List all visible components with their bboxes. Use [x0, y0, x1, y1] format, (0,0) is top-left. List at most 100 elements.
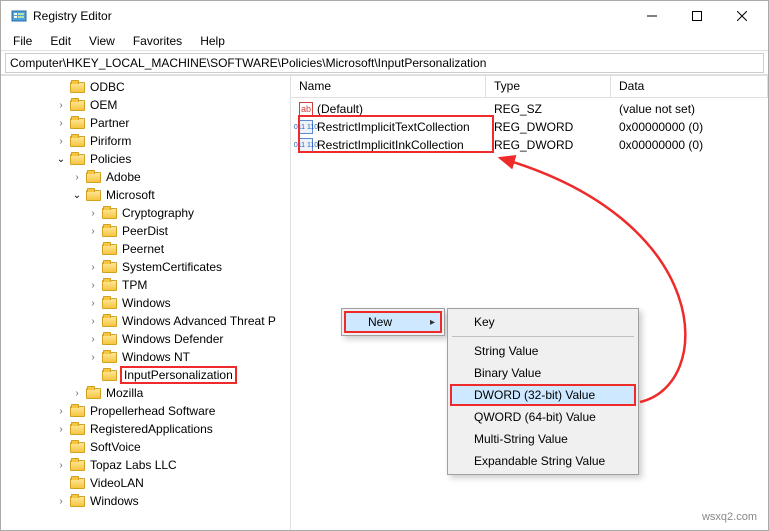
tree-node[interactable]: › Adobe: [1, 168, 290, 186]
close-button[interactable]: [719, 1, 764, 31]
tree-label: Windows Defender: [120, 332, 225, 346]
list-row[interactable]: ab(Default)REG_SZ(value not set): [291, 100, 768, 118]
folder-icon: [69, 116, 85, 130]
watermark: wsxq2.com: [702, 511, 757, 523]
tree-node[interactable]: › Propellerhead Software: [1, 402, 290, 420]
folder-icon: [69, 98, 85, 112]
tree-node[interactable]: InputPersonalization: [1, 366, 290, 384]
menu-help[interactable]: Help: [192, 32, 233, 50]
tree-node[interactable]: ›Windows Advanced Threat P: [1, 312, 290, 330]
context-item-new[interactable]: New: [344, 311, 442, 333]
tree-node[interactable]: ›OEM: [1, 96, 290, 114]
tree-label: Peernet: [120, 242, 166, 256]
col-header-type[interactable]: Type: [486, 76, 611, 97]
maximize-button[interactable]: [674, 1, 719, 31]
tree-node[interactable]: ⌄Microsoft: [1, 186, 290, 204]
folder-icon: [85, 188, 101, 202]
col-header-data[interactable]: Data: [611, 76, 768, 97]
chevron-right-icon[interactable]: ›: [69, 172, 85, 183]
tree-node[interactable]: ›TPM: [1, 276, 290, 294]
menu-file[interactable]: File: [5, 32, 40, 50]
context-submenu-new: Key String ValueBinary ValueDWORD (32-bit…: [447, 308, 639, 475]
list-row[interactable]: 011 110RestrictImplicitInkCollectionREG_…: [291, 136, 768, 154]
tree-label: ODBC: [88, 80, 127, 94]
tree-label: RegisteredApplications: [88, 422, 215, 436]
menu-view[interactable]: View: [81, 32, 123, 50]
dword-value-icon: 011 110: [299, 138, 313, 152]
menu-favorites[interactable]: Favorites: [125, 32, 190, 50]
content-area: ODBC›OEM›Partner›Piriform⌄Policies›Adobe…: [1, 75, 768, 530]
context-item[interactable]: Key: [450, 311, 636, 333]
folder-icon: [101, 368, 117, 382]
minimize-button[interactable]: [629, 1, 674, 31]
window-controls: [629, 1, 764, 31]
tree-node[interactable]: ODBC: [1, 78, 290, 96]
chevron-right-icon[interactable]: ›: [85, 316, 101, 327]
chevron-right-icon[interactable]: ›: [53, 406, 69, 417]
tree-node[interactable]: › Partner: [1, 114, 290, 132]
context-item[interactable]: Binary Value: [450, 362, 636, 384]
tree-label: Propellerhead Software: [88, 404, 217, 418]
tree-label: SystemCertificates: [120, 260, 224, 274]
tree-node[interactable]: ⌄Policies: [1, 150, 290, 168]
tree-label: Adobe: [104, 170, 143, 184]
list-rows: ab(Default)REG_SZ(value not set)011 110R…: [291, 98, 768, 156]
menu-edit[interactable]: Edit: [42, 32, 79, 50]
registry-editor-window: Registry Editor File Edit View Favorites…: [0, 0, 769, 531]
folder-icon: [101, 332, 117, 346]
chevron-right-icon[interactable]: ›: [85, 334, 101, 345]
tree-label: Windows: [120, 296, 173, 310]
tree-label: SoftVoice: [88, 440, 143, 454]
context-item[interactable]: String Value: [450, 340, 636, 362]
tree-node[interactable]: › SystemCertificates: [1, 258, 290, 276]
folder-icon: [69, 458, 85, 472]
chevron-right-icon[interactable]: ›: [69, 388, 85, 399]
col-header-name[interactable]: Name: [291, 76, 486, 97]
chevron-right-icon[interactable]: ›: [53, 496, 69, 507]
chevron-right-icon[interactable]: ›: [53, 136, 69, 147]
tree-label: VideoLAN: [88, 476, 146, 490]
tree-node[interactable]: ›Piriform: [1, 132, 290, 150]
tree-node[interactable]: › RegisteredApplications: [1, 420, 290, 438]
tree-node[interactable]: › Windows: [1, 294, 290, 312]
tree-node[interactable]: ›PeerDist: [1, 222, 290, 240]
chevron-right-icon[interactable]: ›: [85, 226, 101, 237]
tree-pane[interactable]: ODBC›OEM›Partner›Piriform⌄Policies›Adobe…: [1, 76, 291, 530]
context-item[interactable]: Multi-String Value: [450, 428, 636, 450]
context-item[interactable]: DWORD (32-bit) Value: [450, 384, 636, 406]
folder-icon: [85, 170, 101, 184]
chevron-right-icon[interactable]: ›: [53, 100, 69, 111]
tree-node[interactable]: ›Windows: [1, 492, 290, 510]
tree-node[interactable]: ›Mozilla: [1, 384, 290, 402]
chevron-down-icon[interactable]: ⌄: [69, 190, 85, 201]
tree-node[interactable]: ›Windows NT: [1, 348, 290, 366]
context-item[interactable]: QWORD (64-bit) Value: [450, 406, 636, 428]
folder-icon: [69, 80, 85, 94]
folder-icon: [101, 242, 117, 256]
tree-node[interactable]: Peernet: [1, 240, 290, 258]
chevron-right-icon[interactable]: ›: [85, 262, 101, 273]
chevron-right-icon[interactable]: ›: [85, 352, 101, 363]
tree-node[interactable]: VideoLAN: [1, 474, 290, 492]
folder-icon: [69, 476, 85, 490]
tree-node[interactable]: ›Cryptography: [1, 204, 290, 222]
tree-node[interactable]: ›Topaz Labs LLC: [1, 456, 290, 474]
list-row[interactable]: 011 110RestrictImplicitTextCollectionREG…: [291, 118, 768, 136]
folder-icon: [101, 278, 117, 292]
address-input[interactable]: [5, 53, 764, 73]
context-item[interactable]: Expandable String Value: [450, 450, 636, 472]
tree-node[interactable]: SoftVoice: [1, 438, 290, 456]
folder-icon: [69, 440, 85, 454]
value-data: 0x00000000 (0): [611, 120, 768, 134]
tree-label: Partner: [88, 116, 131, 130]
chevron-right-icon[interactable]: ›: [53, 118, 69, 129]
chevron-right-icon[interactable]: ›: [85, 208, 101, 219]
chevron-right-icon[interactable]: ›: [85, 298, 101, 309]
chevron-down-icon[interactable]: ⌄: [53, 154, 69, 165]
value-name: (Default): [317, 102, 363, 116]
chevron-right-icon[interactable]: ›: [85, 280, 101, 291]
tree-node[interactable]: › Windows Defender: [1, 330, 290, 348]
folder-icon: [101, 206, 117, 220]
chevron-right-icon[interactable]: ›: [53, 424, 69, 435]
chevron-right-icon[interactable]: ›: [53, 460, 69, 471]
